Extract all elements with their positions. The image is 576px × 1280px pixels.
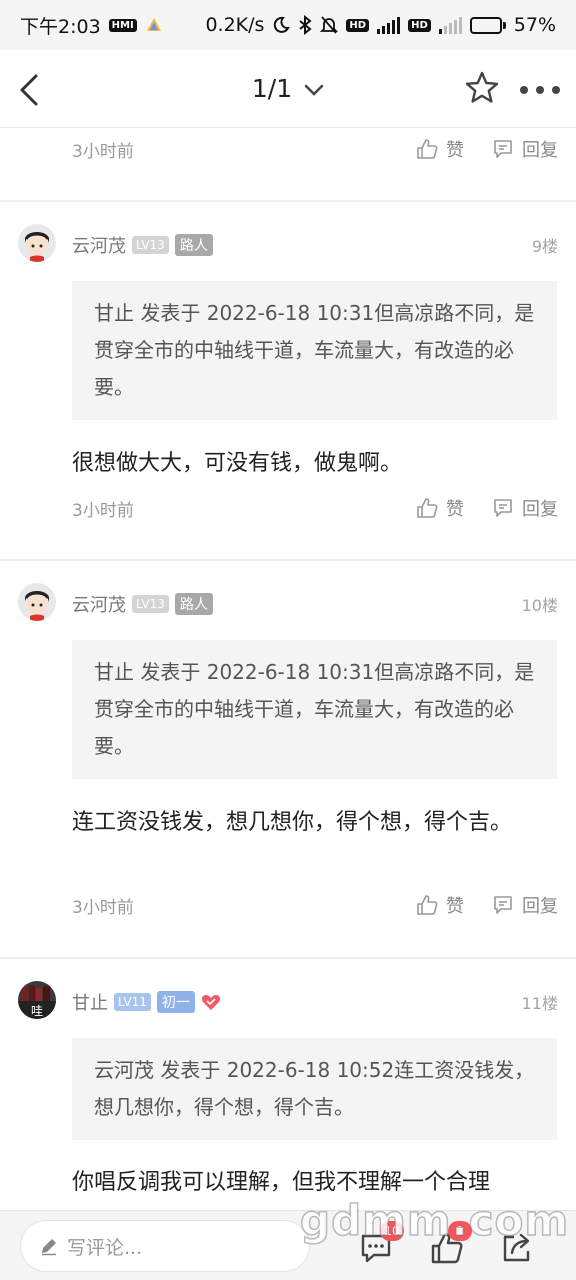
floor-number: 10楼 <box>521 596 558 615</box>
more-options-icon[interactable] <box>520 86 560 94</box>
rank-badge: 路人 <box>174 234 213 256</box>
reply-button[interactable]: 回复 <box>492 892 558 918</box>
hmi-icon: HMI <box>108 18 137 32</box>
like-count-badge: 1 <box>448 1221 472 1241</box>
like-button[interactable]: 赞 <box>416 495 464 521</box>
hd-icon: HD <box>346 18 370 32</box>
avatar[interactable] <box>18 583 56 621</box>
avatar[interactable]: 哇 <box>18 981 56 1019</box>
share-icon <box>503 1233 530 1262</box>
avatar-text: 哇 <box>31 1004 43 1018</box>
battery-percent: 57% <box>513 14 556 36</box>
comment-floor-10: 云河茂 LV13 路人 10楼 甘止 发表于 2022-6-18 10:31但高… <box>0 583 576 963</box>
comment-time: 3小时前 <box>72 141 134 162</box>
comment-header: 云河茂 LV13 路人 10楼 <box>0 583 576 623</box>
like-post-button[interactable]: 1 <box>430 1221 472 1265</box>
reply-button[interactable]: 回复 <box>492 136 558 162</box>
comment-input[interactable]: 写评论... <box>20 1220 310 1272</box>
pencil-icon <box>42 1239 56 1256</box>
chevron-down-icon <box>304 84 324 96</box>
username[interactable]: 云河茂 <box>72 591 126 617</box>
comments-button[interactable]: 10 <box>360 1221 404 1265</box>
thumbs-up-icon <box>417 895 438 915</box>
comment-feed[interactable]: 3小时前 赞 回复 云河茂 LV13 路人 9楼 甘止 发表于 2022-6-1… <box>0 128 576 1210</box>
bottom-bar: 写评论... 10 1 <box>0 1210 576 1280</box>
like-label: 赞 <box>446 140 464 161</box>
level-badge: LV13 <box>132 235 169 255</box>
thumbs-up-icon <box>417 498 438 518</box>
app-icon <box>146 18 161 31</box>
comment-header: 哇 甘止 LV11 初一 11楼 <box>0 981 576 1021</box>
thumbs-up-icon <box>417 139 438 159</box>
quoted-post[interactable]: 甘止 发表于 2022-6-18 10:31但高凉路不同，是贯穿全市的中轴线干道… <box>72 640 557 779</box>
like-label: 赞 <box>446 896 464 917</box>
username[interactable]: 云河茂 <box>72 232 126 258</box>
reply-label: 回复 <box>522 140 558 161</box>
quoted-post[interactable]: 云河茂 发表于 2022-6-18 10:52连工资没钱发，想几想你，得个想，得… <box>72 1038 557 1140</box>
level-badge: LV13 <box>132 594 169 614</box>
favorite-star-icon[interactable] <box>464 70 500 106</box>
comment-floor-9: 云河茂 LV13 路人 9楼 甘止 发表于 2022-6-18 10:31但高凉… <box>0 224 576 564</box>
reply-label: 回复 <box>522 499 558 520</box>
reply-bubble-icon <box>494 896 512 914</box>
reply-button[interactable]: 回复 <box>492 495 558 521</box>
divider <box>0 559 576 561</box>
bluetooth-icon <box>299 15 313 35</box>
reply-bubble-icon <box>494 499 512 517</box>
comment-text: 连工资没钱发，想几想你，得个想，得个吉。 <box>72 810 513 835</box>
avatar[interactable] <box>18 224 56 262</box>
comment-time: 3小时前 <box>72 500 134 521</box>
divider <box>0 957 576 959</box>
page-indicator: 1/1 <box>251 74 293 103</box>
like-button[interactable]: 赞 <box>416 892 464 918</box>
status-bar: 下午2:03 HMI 0.2K/s HD HD 57% <box>0 0 576 50</box>
network-speed: 0.2K/s <box>205 14 265 36</box>
comment-header: 云河茂 LV13 路人 9楼 <box>0 224 576 264</box>
rank-badge: 初一 <box>156 991 195 1013</box>
reply-label: 回复 <box>522 896 558 917</box>
like-button[interactable]: 赞 <box>416 136 464 162</box>
comment-text: 你唱反调我可以理解，但我不理解一个合理 <box>72 1170 491 1195</box>
status-time: 下午2:03 <box>20 15 101 38</box>
heart-icon <box>201 994 220 1010</box>
comment-placeholder: 写评论... <box>67 1236 143 1259</box>
nav-bar: 1/1 <box>0 50 576 128</box>
comment-meta: 3小时前 赞 回复 <box>72 890 558 920</box>
floor-number: 9楼 <box>531 237 558 256</box>
level-badge: LV11 <box>114 992 151 1012</box>
username[interactable]: 甘止 <box>72 989 108 1015</box>
comment-time: 3小时前 <box>72 897 134 918</box>
moon-icon <box>274 16 291 33</box>
comment-count-badge: 10 <box>380 1221 404 1241</box>
battery-icon <box>469 16 506 34</box>
like-label: 赞 <box>446 499 464 520</box>
mute-icon <box>320 16 339 34</box>
signal-5g-icon <box>377 16 401 34</box>
reply-bubble-icon <box>494 140 512 158</box>
rank-badge: 路人 <box>174 593 213 615</box>
divider <box>0 200 576 202</box>
hd-icon-2: HD <box>408 18 431 32</box>
signal-4g-icon <box>438 16 462 34</box>
floor-number: 11楼 <box>521 994 558 1013</box>
comment-floor-11: 哇 甘止 LV11 初一 11楼 云河茂 发表于 2022-6-18 10:52… <box>0 981 576 1210</box>
prev-comment-meta: 3小时前 赞 回复 <box>72 134 558 164</box>
share-button[interactable] <box>500 1225 536 1265</box>
quoted-post[interactable]: 甘止 发表于 2022-6-18 10:31但高凉路不同，是贯穿全市的中轴线干道… <box>72 281 557 420</box>
comment-meta: 3小时前 赞 回复 <box>72 493 558 523</box>
comment-text: 很想做大大，可没有钱，做鬼啊。 <box>72 451 403 476</box>
